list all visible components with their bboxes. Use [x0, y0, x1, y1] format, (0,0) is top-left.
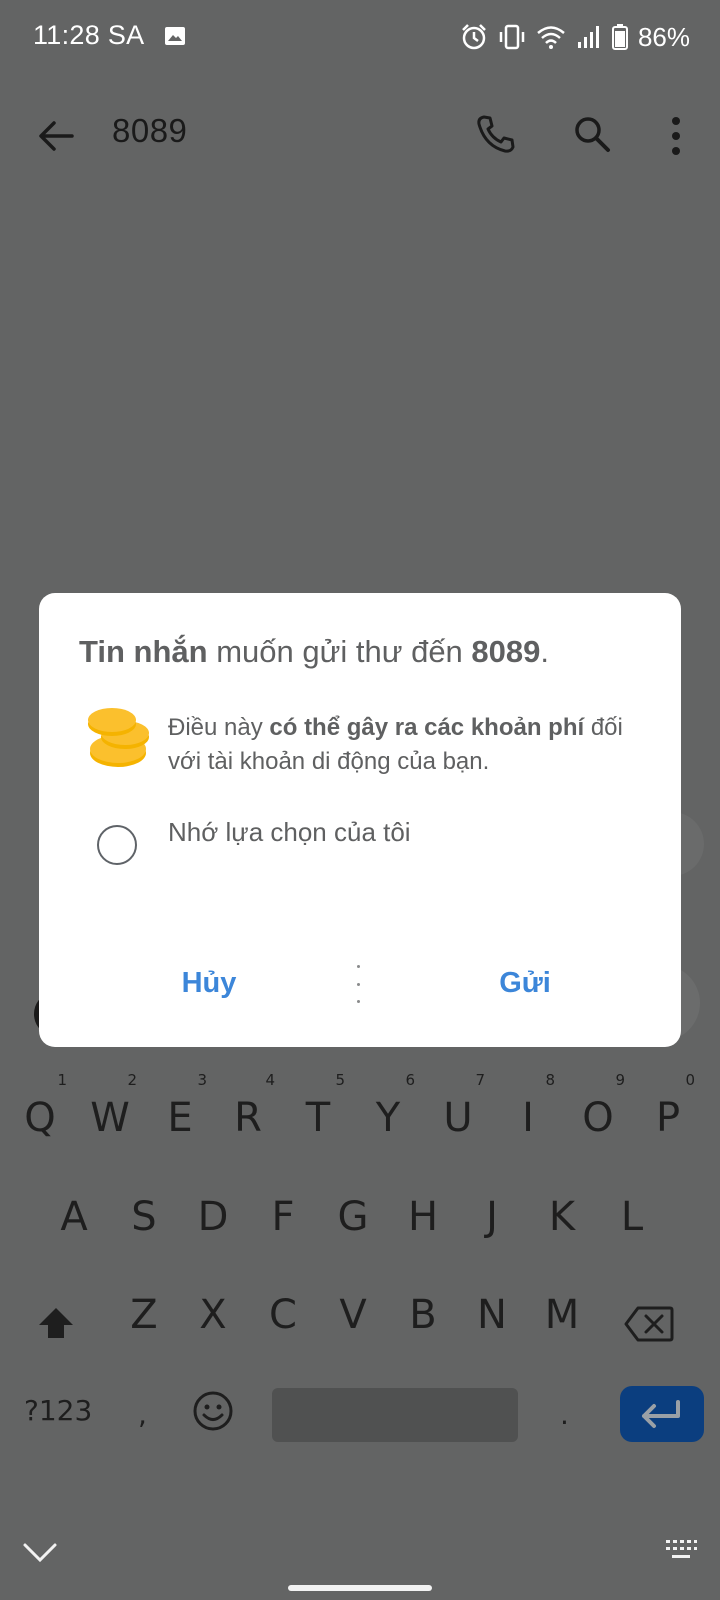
key-w[interactable]: W2 [80, 1071, 140, 1163]
key-m[interactable]: M [532, 1270, 592, 1360]
back-arrow-icon[interactable] [36, 116, 76, 156]
keyboard-icon[interactable] [664, 1538, 698, 1562]
key-o[interactable]: O9 [568, 1071, 628, 1163]
button-divider [355, 965, 361, 1003]
key-q[interactable]: Q1 [10, 1071, 70, 1163]
coins-icon [88, 708, 149, 767]
key-y[interactable]: Y6 [358, 1071, 418, 1163]
symbols-key[interactable]: ?123 [24, 1394, 92, 1427]
alarm-icon [462, 24, 486, 50]
emoji-icon[interactable] [192, 1390, 234, 1432]
dialog-title: Tin nhắn muốn gửi thư đến 8089. [79, 633, 659, 670]
status-time: 11:28 SA [33, 20, 145, 50]
key-u[interactable]: U7 [428, 1071, 488, 1163]
key-b[interactable]: B [393, 1270, 453, 1360]
vibrate-icon [499, 24, 525, 50]
key-hint-number: 4 [265, 1071, 275, 1089]
cancel-button[interactable]: Hủy [159, 958, 259, 1008]
key-t[interactable]: T5 [288, 1071, 348, 1163]
enter-icon [642, 1400, 680, 1428]
signal-icon [577, 26, 599, 48]
send-button[interactable]: Gửi [475, 958, 575, 1008]
battery-icon [611, 24, 628, 50]
key-f[interactable]: F [253, 1172, 313, 1262]
key-i[interactable]: I8 [498, 1071, 558, 1163]
comma-key[interactable]: , [138, 1398, 147, 1431]
chevron-down-icon[interactable] [22, 1540, 58, 1564]
key-hint-number: 3 [197, 1071, 207, 1089]
enter-key[interactable] [620, 1386, 704, 1442]
space-key[interactable] [272, 1388, 518, 1442]
key-l[interactable]: L [602, 1172, 662, 1262]
key-n[interactable]: N [462, 1270, 522, 1360]
key-a[interactable]: A [44, 1172, 104, 1262]
phone-icon[interactable] [475, 114, 515, 154]
key-hint-number: 2 [127, 1071, 137, 1089]
status-bar: 11:28 SA 86% [0, 0, 720, 74]
shift-icon[interactable] [36, 1304, 76, 1344]
search-icon[interactable] [572, 114, 612, 154]
key-hint-number: 7 [475, 1071, 485, 1089]
key-r[interactable]: R4 [218, 1071, 278, 1163]
dialog-title-end: . [540, 634, 550, 669]
battery-percentage: 86% [637, 21, 690, 52]
remember-choice-label[interactable]: Nhớ lựa chọn của tôi [168, 817, 411, 848]
key-hint-number: 0 [685, 1071, 695, 1089]
gesture-nav-handle[interactable] [288, 1585, 432, 1591]
key-x[interactable]: X [183, 1270, 243, 1360]
key-j[interactable]: J [462, 1172, 522, 1262]
key-p[interactable]: P0 [638, 1071, 698, 1163]
key-hint-number: 8 [545, 1071, 555, 1089]
key-z[interactable]: Z [114, 1270, 174, 1360]
key-s[interactable]: S [114, 1172, 174, 1262]
key-d[interactable]: D [183, 1172, 243, 1262]
dialog-title-app: Tin nhắn [79, 634, 208, 669]
key-hint-number: 5 [335, 1071, 345, 1089]
key-hint-number: 6 [405, 1071, 415, 1089]
key-c[interactable]: C [253, 1270, 313, 1360]
key-k[interactable]: K [532, 1172, 592, 1262]
key-e[interactable]: E3 [150, 1071, 210, 1163]
conversation-title: 8089 [112, 112, 188, 149]
premium-sms-dialog: Tin nhắn muốn gửi thư đến 8089. Điều này… [39, 593, 681, 1047]
warning-bold: có thể gây ra các khoản phí [269, 714, 585, 741]
charge-warning-text: Điều này có thể gây ra các khoản phí đối… [168, 711, 658, 778]
key-g[interactable]: G [323, 1172, 383, 1262]
remember-choice-radio[interactable] [97, 825, 137, 865]
wifi-icon [537, 26, 565, 49]
period-key[interactable]: . [560, 1398, 569, 1431]
key-hint-number: 1 [57, 1071, 67, 1089]
status-icons: 86% [460, 20, 690, 54]
dialog-title-number: 8089 [471, 634, 541, 669]
more-vert-icon[interactable] [664, 114, 688, 158]
dialog-title-text: muốn gửi thư đến [207, 634, 472, 669]
backspace-icon[interactable] [624, 1305, 674, 1343]
key-hint-number: 9 [615, 1071, 625, 1089]
key-h[interactable]: H [393, 1172, 453, 1262]
key-v[interactable]: V [323, 1270, 383, 1360]
warning-pre: Điều này [168, 714, 270, 741]
image-icon [165, 27, 185, 45]
app-bar: 8089 [0, 96, 720, 176]
